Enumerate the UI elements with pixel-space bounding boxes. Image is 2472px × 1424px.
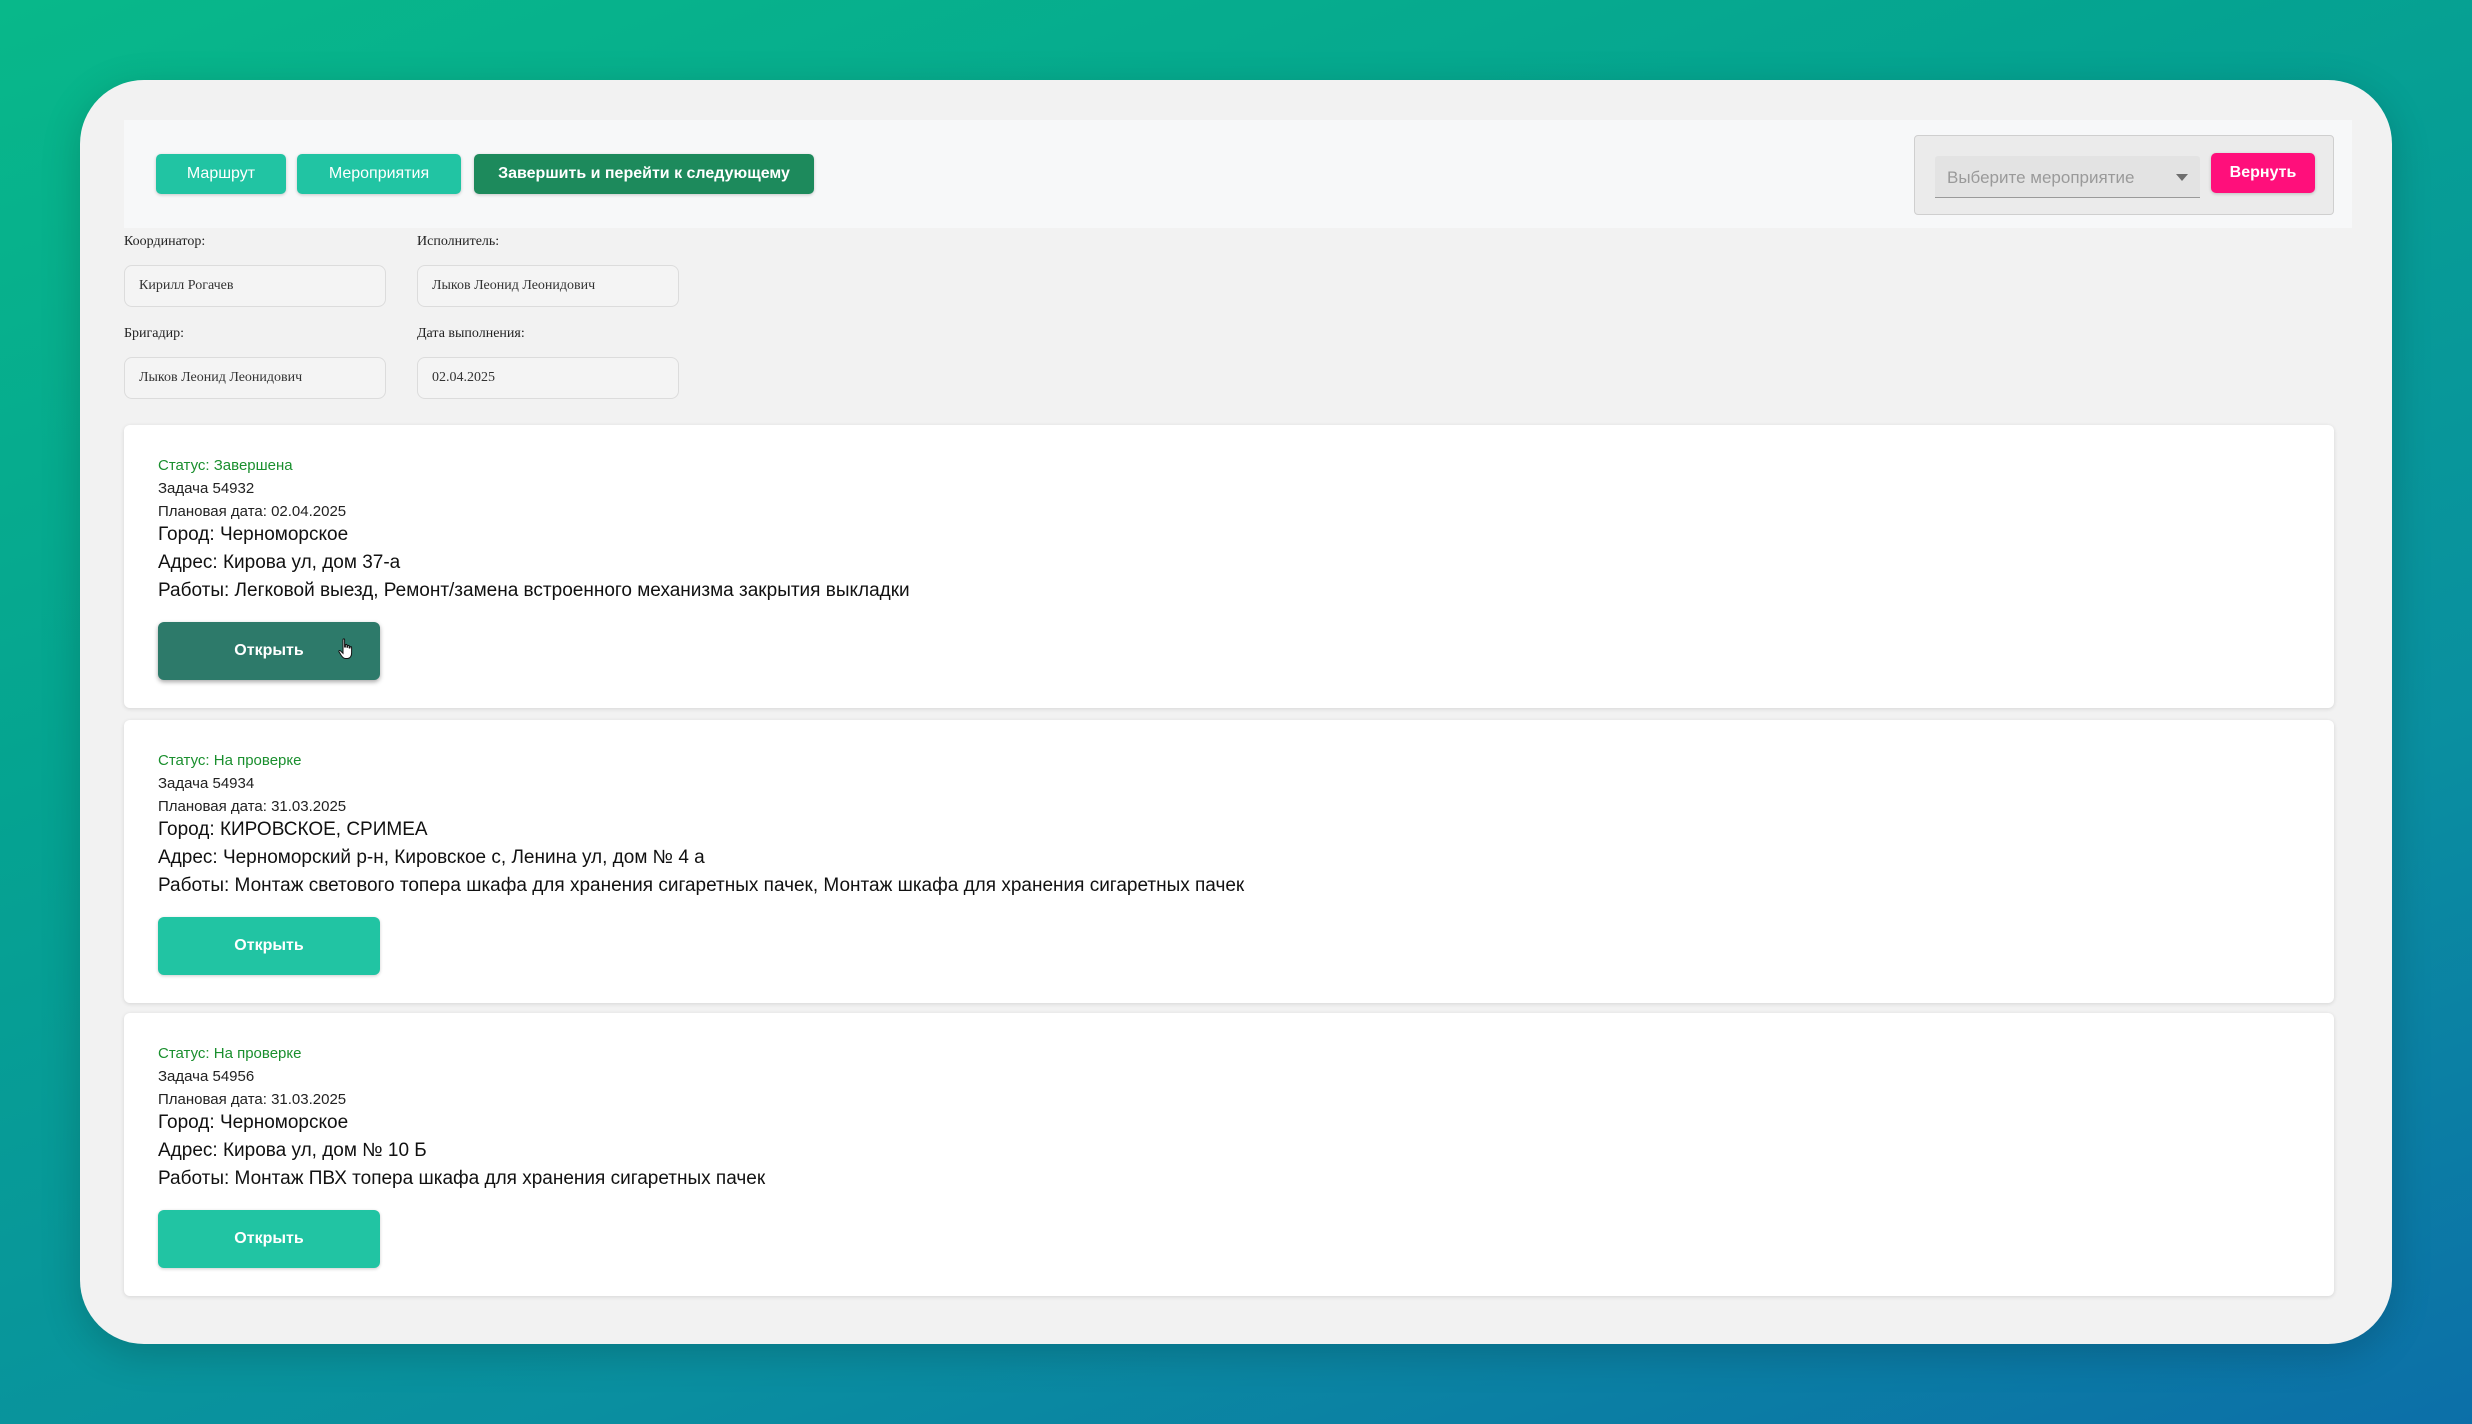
coordinator-field[interactable]: Кирилл Рогачев	[124, 265, 386, 307]
city-text: Город: Черноморское	[158, 1112, 349, 1133]
event-select[interactable]: Выберите мероприятие	[1935, 156, 2200, 198]
executor-field[interactable]: Лыков Леонид Леонидович	[417, 265, 679, 307]
events-button[interactable]: Мероприятия	[297, 154, 461, 194]
status-text: Статус: На проверке	[158, 1045, 302, 1062]
plan-date: Плановая дата: 31.03.2025	[158, 798, 347, 815]
task-number: Задача 54956	[158, 1068, 255, 1085]
city-text: Город: КИРОВСКОЕ, CРИМЕА	[158, 819, 428, 840]
toolbar: Маршрут Мероприятия Завершить и перейти …	[124, 120, 2352, 228]
address-text: Адрес: Кирова ул, дом № 10 Б	[158, 1140, 427, 1161]
task-number: Задача 54932	[158, 480, 255, 497]
foreman-label: Бригадир:	[124, 326, 184, 341]
date-label: Дата выполнения:	[417, 326, 525, 341]
open-button[interactable]: Открыть	[158, 1210, 380, 1268]
status-text: Статус: На проверке	[158, 752, 302, 769]
return-button[interactable]: Вернуть	[2211, 153, 2315, 193]
coordinator-label: Координатор:	[124, 234, 206, 249]
address-text: Адрес: Кирова ул, дом 37-а	[158, 552, 401, 573]
finish-next-button[interactable]: Завершить и перейти к следующему	[474, 154, 814, 194]
address-text: Адрес: Черноморский р-н, Кировское с, Ле…	[158, 847, 705, 868]
hand-pointer-icon	[338, 638, 353, 659]
executor-label: Исполнитель:	[417, 234, 500, 249]
task-card: Статус: На проверке Задача 54934 Планова…	[124, 720, 2334, 1003]
open-button[interactable]: Открыть	[158, 622, 380, 680]
status-text: Статус: Завершена	[158, 457, 293, 474]
works-text: Работы: Легковой выезд, Ремонт/замена вс…	[158, 580, 910, 601]
task-number: Задача 54934	[158, 775, 255, 792]
city-text: Город: Черноморское	[158, 524, 349, 545]
event-select-panel: Выберите мероприятие Вернуть	[1914, 135, 2334, 215]
open-button-label: Открыть	[234, 642, 304, 659]
task-card: Статус: Завершена Задача 54932 Плановая …	[124, 425, 2334, 708]
event-select-placeholder: Выберите мероприятие	[1947, 168, 2135, 187]
plan-date: Плановая дата: 31.03.2025	[158, 1091, 347, 1108]
task-card: Статус: На проверке Задача 54956 Планова…	[124, 1013, 2334, 1296]
open-button[interactable]: Открыть	[158, 917, 380, 975]
works-text: Работы: Монтаж светового топера шкафа дл…	[158, 875, 1245, 896]
works-text: Работы: Монтаж ПВХ топера шкафа для хран…	[158, 1168, 766, 1189]
foreman-field[interactable]: Лыков Леонид Леонидович	[124, 357, 386, 399]
chevron-down-icon	[2176, 174, 2188, 181]
route-button[interactable]: Маршрут	[156, 154, 286, 194]
plan-date: Плановая дата: 02.04.2025	[158, 503, 347, 520]
date-field[interactable]: 02.04.2025	[417, 357, 679, 399]
app-window: Маршрут Мероприятия Завершить и перейти …	[80, 80, 2392, 1344]
